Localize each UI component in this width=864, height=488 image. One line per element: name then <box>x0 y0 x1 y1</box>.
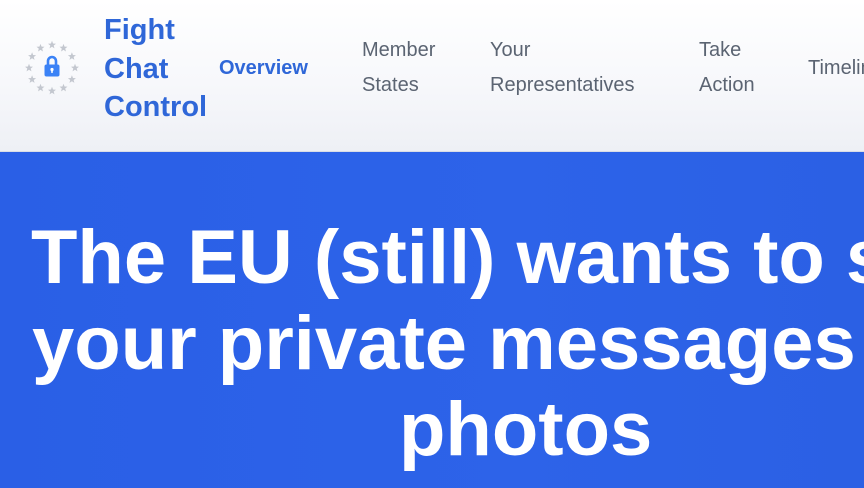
brand-title-line: Fight <box>104 14 175 46</box>
hero-headline-line: your private messages and <box>32 301 864 386</box>
nav-item-timeline[interactable]: Timeline <box>808 51 864 86</box>
star-icon <box>28 75 37 83</box>
nav-item-label: States <box>362 74 419 96</box>
brand-title-line: Control <box>104 91 208 123</box>
nav-item-label: Take <box>699 39 742 61</box>
nav-item-label: Representatives <box>490 74 635 96</box>
nav-item-label: Timeline <box>808 57 864 79</box>
star-icon <box>48 86 56 95</box>
star-icon <box>36 83 45 92</box>
star-icon <box>48 40 56 49</box>
nav-item-your-representatives[interactable]: Your Representatives <box>490 33 635 103</box>
star-icon <box>71 63 79 72</box>
star-icon <box>67 75 76 83</box>
nav-item-label: Action <box>699 74 755 96</box>
nav-item-take-action[interactable]: Take Action <box>699 33 755 103</box>
star-icon <box>25 63 33 72</box>
brand-title-line: Chat <box>104 52 169 85</box>
eu-stars-lock-icon[interactable] <box>22 38 82 98</box>
brand-title-link[interactable]: Fight Chat Control <box>104 11 207 127</box>
nav-item-label: Overview <box>219 57 308 79</box>
star-icon <box>59 83 68 92</box>
nav-item-member-states[interactable]: Member States <box>362 33 435 103</box>
site-header: Fight Chat Control Overview Member State… <box>0 0 864 152</box>
star-icon <box>59 43 68 52</box>
star-icon <box>36 43 45 52</box>
nav-item-label: Member <box>362 39 436 61</box>
hero-headline-line: The EU (still) wants to scan <box>31 215 864 300</box>
nav-item-overview[interactable]: Overview <box>219 51 308 86</box>
hero-headline-line: photos <box>399 387 653 472</box>
star-icon <box>28 52 37 60</box>
page: Fight Chat Control Overview Member State… <box>0 0 864 488</box>
lock-icon <box>44 55 60 77</box>
star-icon <box>67 52 76 60</box>
hero-banner: The EU (still) wants to scan your privat… <box>0 152 864 488</box>
nav-item-label: Your <box>490 39 531 61</box>
